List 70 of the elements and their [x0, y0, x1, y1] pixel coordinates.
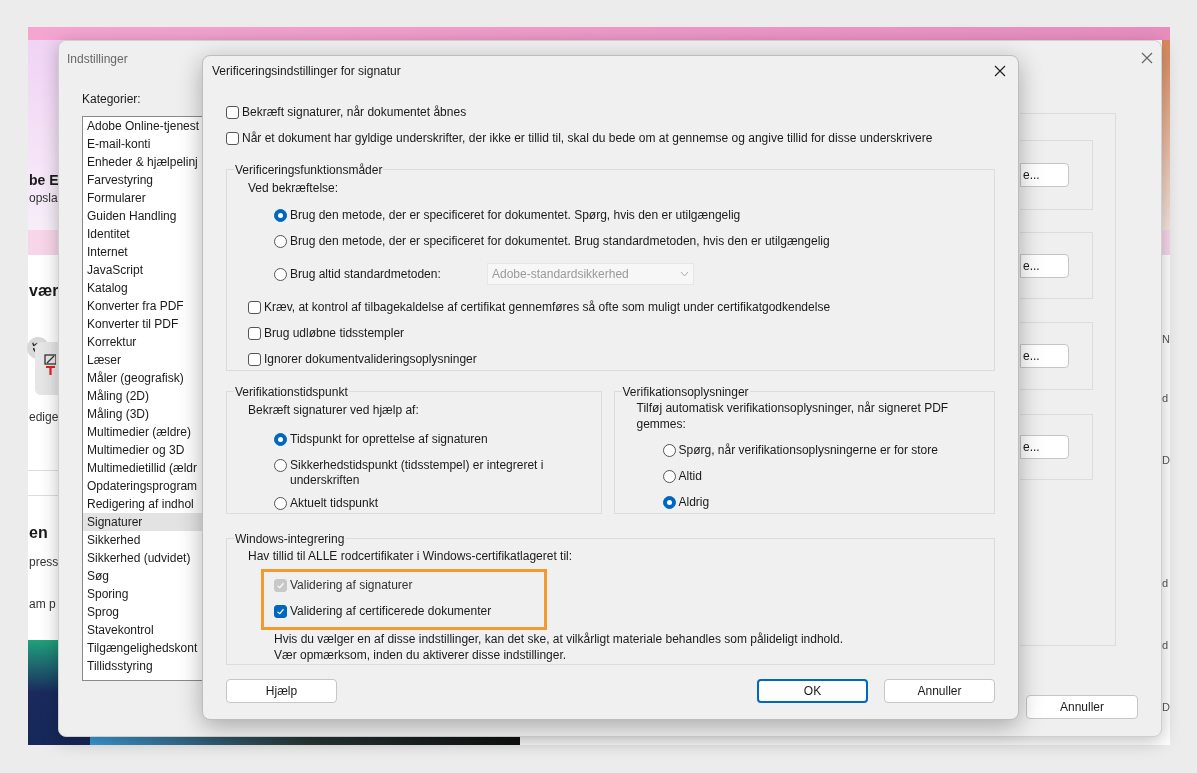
text: D: [1162, 702, 1170, 713]
checkbox-label: Ignorer dokumentvalideringsoplysninger: [264, 351, 477, 368]
text: d: [1162, 393, 1169, 404]
dialog-title: Verificeringsindstillinger for signatur: [212, 63, 401, 80]
cancel-button[interactable]: Annuller: [1026, 695, 1138, 719]
field-label: Hav tillid til ALLE rodcertifikater i Windows-certifikatlageret til:: [248, 548, 573, 565]
ok-button[interactable]: OK: [757, 679, 868, 703]
radio-button[interactable]: [274, 234, 287, 248]
group-label: Verifikationstidspunkt: [234, 384, 349, 400]
description: Tilføj automatisk verifikationsoplysninger, når signeret PDF gemmes:: [636, 400, 950, 432]
checkbox[interactable]: [248, 352, 261, 366]
caret-icon: [680, 271, 689, 277]
checkbox-label: Når et dokument har gyldige underskrifter, der ikke er tillid til, skal du bede om at gennemse og angive tillid for disse underskrivere: [242, 130, 933, 147]
text: press: [29, 556, 59, 568]
checkmark-icon: [276, 606, 285, 616]
checkmark-icon: [276, 580, 285, 590]
button[interactable]: e...: [1020, 435, 1069, 459]
group-label: Verificeringsfunktionsmåder: [234, 162, 384, 178]
radio-button[interactable]: [274, 208, 287, 222]
radio-button[interactable]: [662, 495, 676, 509]
text: edige: [29, 411, 59, 423]
button[interactable]: e...: [1020, 163, 1069, 187]
checkbox[interactable]: [248, 326, 261, 340]
text: opsla: [29, 192, 58, 204]
checkbox-label: Kræv, at kontrol af tilbagekaldelse af certifikat gennemføres så ofte som muligt under certifikatgodkendelse: [264, 299, 831, 316]
radio-button[interactable]: [662, 443, 676, 457]
radio-label: Altid: [678, 468, 702, 485]
help-button[interactable]: Hjælp: [226, 679, 337, 703]
text: d: [1162, 578, 1169, 589]
checkbox-label: Bekræft signaturer, når dokumentet åbnes: [242, 104, 467, 121]
checkbox[interactable]: [226, 131, 239, 145]
radio-button[interactable]: [274, 267, 287, 281]
button[interactable]: e...: [1020, 344, 1069, 368]
group-label: Verifikationsoplysninger: [621, 384, 750, 400]
text: am p: [29, 598, 56, 610]
text: d: [1162, 640, 1169, 651]
radio-label: Aldrig: [678, 494, 710, 511]
window-title: Indstillinger: [67, 51, 128, 68]
radio-label: Brug den metode, der er specificeret for dokumentet. Brug standardmetoden, hvis den er utilgængelig: [290, 233, 830, 250]
heading: be E: [29, 173, 59, 187]
radio-button[interactable]: [274, 432, 287, 446]
radio-label: Tidspunkt for oprettelse af signaturen: [290, 431, 488, 448]
checkbox[interactable]: [226, 105, 239, 119]
button[interactable]: e...: [1020, 253, 1069, 278]
checkbox[interactable]: [248, 300, 261, 314]
checkbox-label: Validering af certificerede dokumenter: [290, 603, 492, 620]
field-label: Bekræft signaturer ved hjælp af:: [248, 402, 419, 419]
checkbox[interactable]: [274, 604, 287, 618]
radio-label: Brug altid standardmetoden:: [290, 266, 442, 283]
field-label: Ved bekræftelse:: [248, 180, 339, 197]
close-icon: [994, 65, 1006, 77]
radio-label: Sikkerhedstidspunkt (tidsstempel) er integreret i underskriften: [290, 458, 545, 488]
radio-label: Aktuelt tidspunkt: [290, 495, 379, 512]
text: D: [1162, 455, 1170, 466]
text: N: [1162, 334, 1170, 345]
radio-button[interactable]: [274, 459, 287, 472]
close-icon: [1141, 52, 1153, 64]
checkbox-label: Validering af signaturer: [290, 577, 413, 594]
heading: vær: [29, 283, 59, 299]
radio-button[interactable]: [662, 469, 676, 483]
group-label: Windows-integrering: [234, 531, 346, 547]
radio-label: Spørg, når verifikationsoplysningerne er for store: [678, 442, 938, 459]
heading: en: [29, 525, 48, 541]
cancel-button[interactable]: Annuller: [884, 679, 995, 703]
note-text: Hvis du vælger en af disse indstillinger, kan det ske, at vilkårligt materiale behandles som pålideligt indhold.: [274, 631, 843, 647]
radio-label: Brug den metode, der er specificeret for dokumentet. Spørg, hvis den er utilgængelig: [290, 207, 741, 224]
note-text: Vær opmærksom, inden du aktiverer disse indstillinger.: [274, 647, 567, 663]
checkbox-label: Brug udløbne tidsstempler: [264, 325, 405, 342]
radio-button[interactable]: [274, 496, 287, 510]
field-label: Kategorier:: [82, 91, 141, 108]
